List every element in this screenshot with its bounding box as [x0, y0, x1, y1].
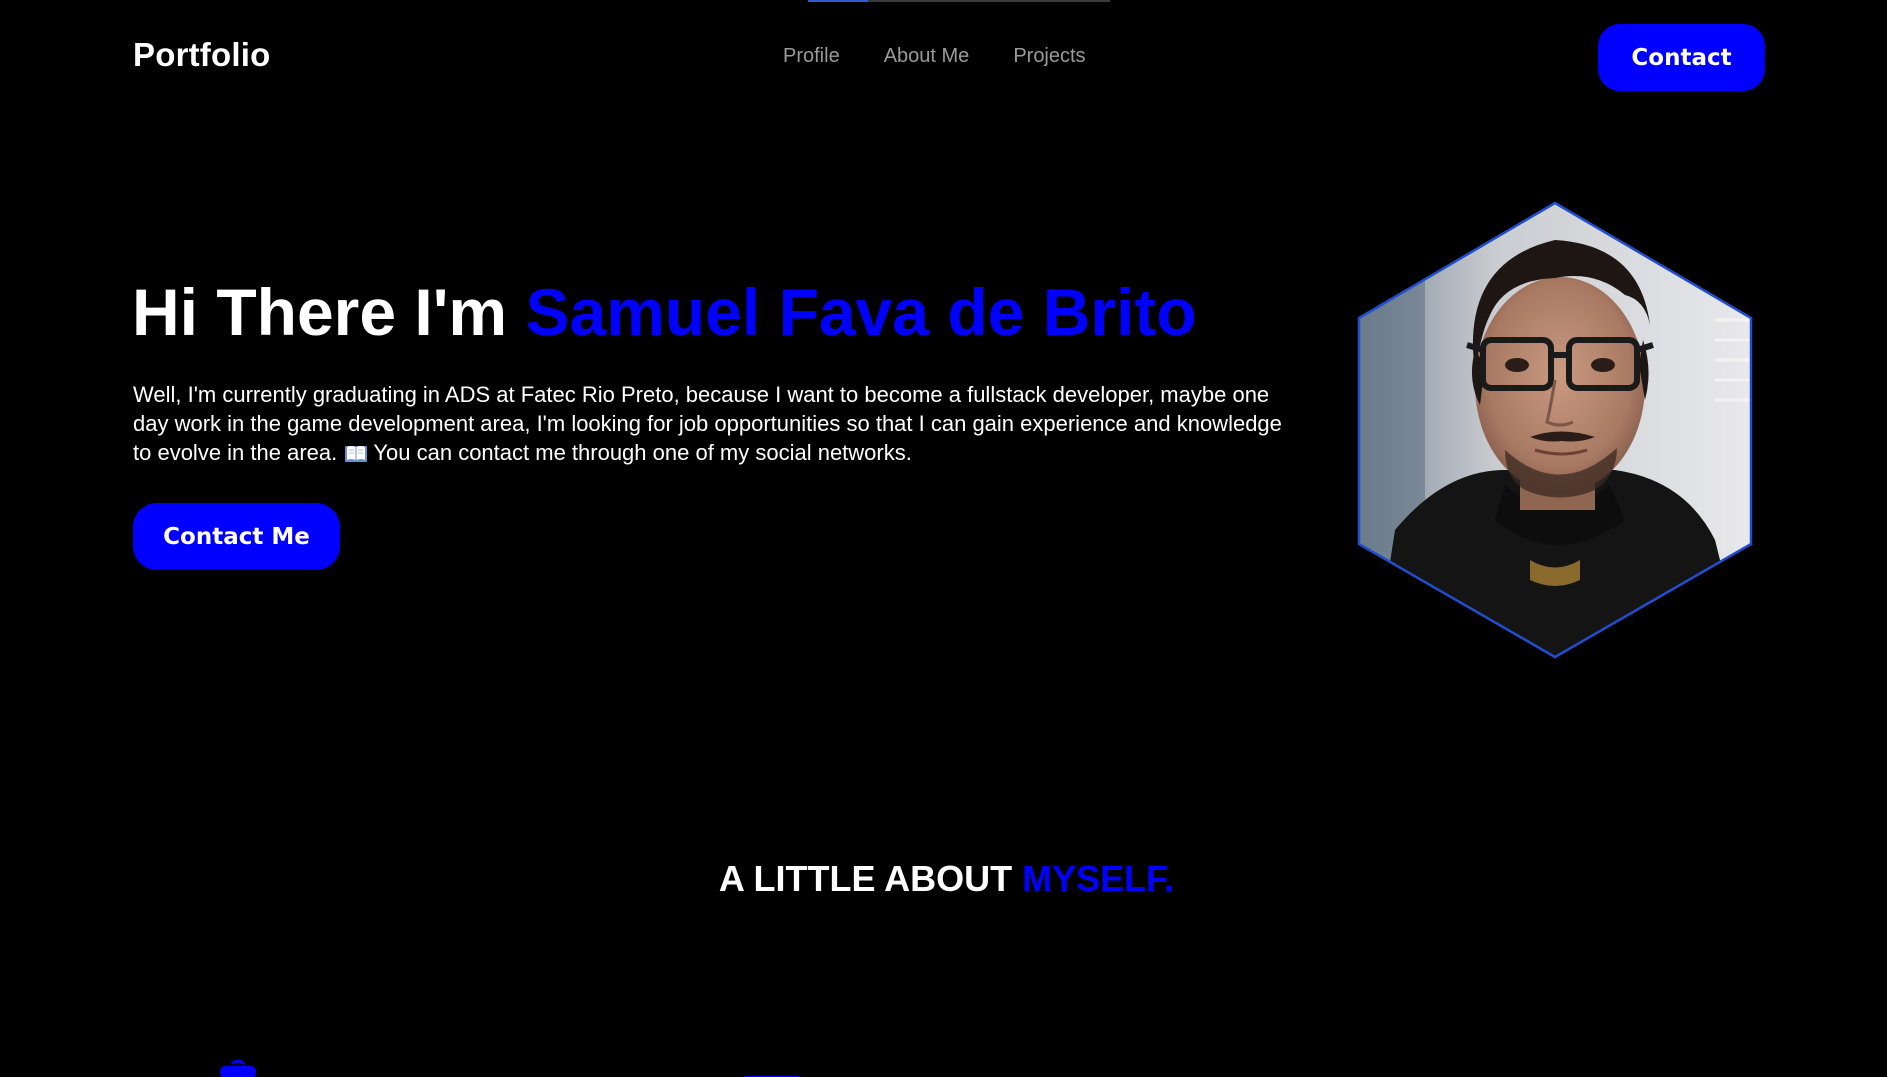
hero-name: Samuel Fava de Brito — [525, 275, 1197, 349]
profile-photo — [1355, 200, 1755, 660]
monitor-icon-partial — [742, 1070, 802, 1077]
about-title: A LITTLE ABOUT MYSELF. — [0, 858, 1887, 900]
hero-description: Well, I'm currently graduating in ADS at… — [133, 380, 1303, 467]
hero-greeting: Hi There I'm — [132, 275, 526, 349]
contact-button[interactable]: Contact — [1598, 24, 1765, 91]
main-nav: Profile About Me Projects — [783, 45, 1130, 68]
nav-link-about-me[interactable]: About Me — [884, 45, 970, 68]
hero-description-part-2: You can contact me through one of my soc… — [373, 440, 912, 465]
site-header: Portfolio Profile About Me Projects Cont… — [0, 0, 1887, 115]
skill-icon-partial — [216, 1058, 260, 1077]
portfolio-page: Portfolio Profile About Me Projects Cont… — [0, 0, 1887, 1077]
about-title-accent: MYSELF. — [1022, 858, 1175, 899]
hero-title: Hi There I'm Samuel Fava de Brito — [132, 272, 1197, 352]
nav-link-projects[interactable]: Projects — [1013, 45, 1085, 68]
open-book-icon — [345, 440, 368, 462]
about-title-main: A LITTLE ABOUT — [718, 858, 1023, 899]
site-logo[interactable]: Portfolio — [133, 36, 270, 74]
contact-me-button[interactable]: Contact Me — [133, 503, 340, 570]
nav-link-profile[interactable]: Profile — [783, 45, 840, 68]
